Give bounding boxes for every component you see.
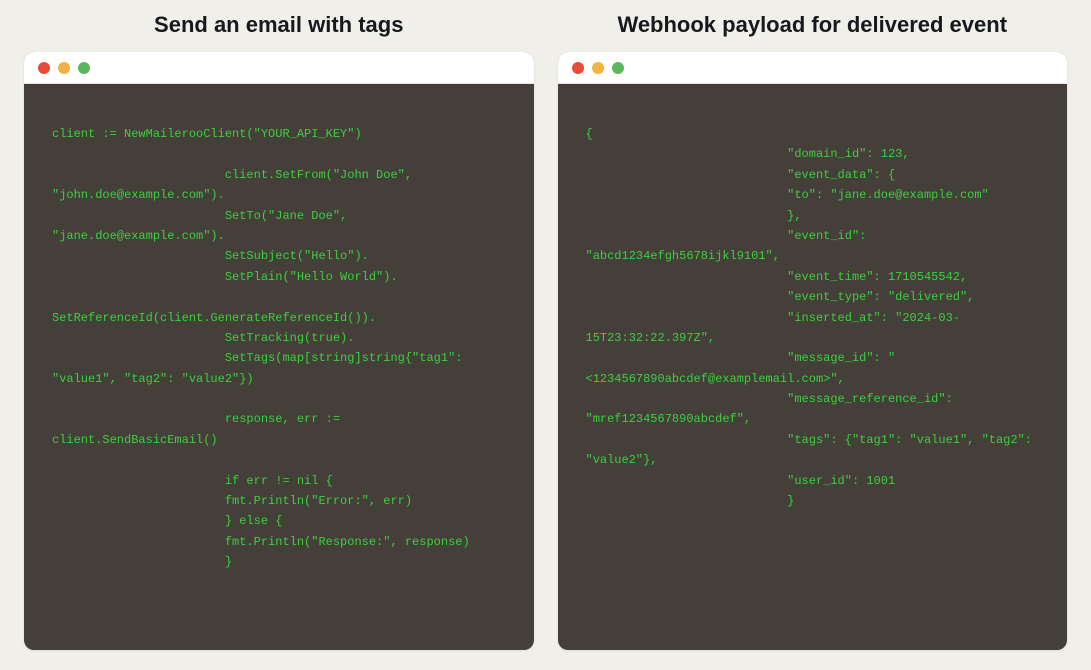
code-area-left: client := NewMailerooClient("YOUR_API_KE… [24,84,534,650]
code-block-right: { "domain_id": 123, "event_data": { "to"… [586,124,1040,511]
window-titlebar-right [558,52,1068,84]
minimize-icon [592,62,604,74]
close-icon [38,62,50,74]
code-window-left: client := NewMailerooClient("YOUR_API_KE… [24,52,534,650]
close-icon [572,62,584,74]
panel-title-left: Send an email with tags [24,0,534,52]
panel-send-email: Send an email with tags client := NewMai… [24,0,534,650]
code-area-right: { "domain_id": 123, "event_data": { "to"… [558,84,1068,650]
code-block-left: client := NewMailerooClient("YOUR_API_KE… [52,124,506,573]
code-window-right: { "domain_id": 123, "event_data": { "to"… [558,52,1068,650]
panel-title-right: Webhook payload for delivered event [558,0,1068,52]
zoom-icon [612,62,624,74]
minimize-icon [58,62,70,74]
panel-webhook-payload: Webhook payload for delivered event { "d… [558,0,1068,650]
zoom-icon [78,62,90,74]
window-titlebar-left [24,52,534,84]
